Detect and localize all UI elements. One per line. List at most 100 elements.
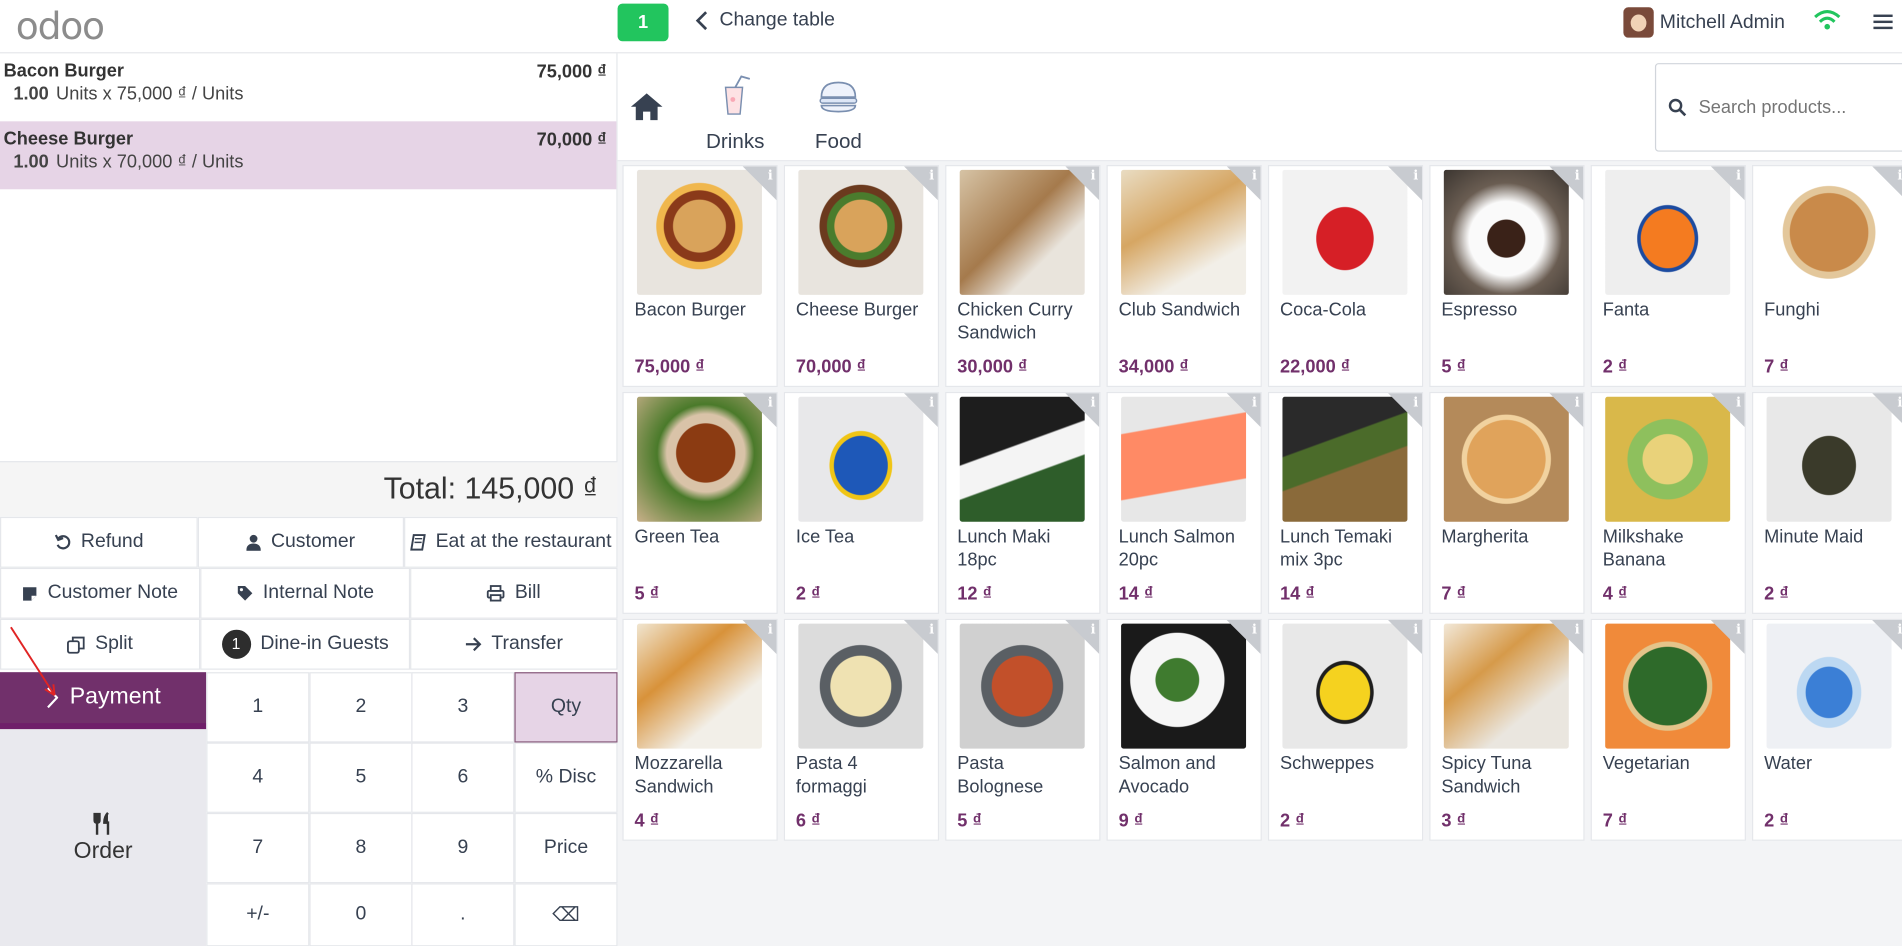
info-icon[interactable]: i: [768, 167, 773, 183]
info-icon[interactable]: i: [1091, 394, 1096, 410]
product-card[interactable]: i Schweppes 2 ₫: [1267, 618, 1424, 841]
info-icon[interactable]: i: [929, 621, 934, 637]
numpad-key-5[interactable]: 5: [309, 742, 413, 813]
product-card[interactable]: i Pasta Bolognese 5 ₫: [945, 618, 1101, 841]
info-icon[interactable]: i: [768, 621, 773, 637]
numpad-key-2[interactable]: 2: [309, 672, 413, 743]
numpad-key-3[interactable]: 3: [411, 672, 515, 743]
info-icon[interactable]: i: [1413, 167, 1418, 183]
category-drinks[interactable]: Drinks: [705, 75, 766, 154]
customer-note-button[interactable]: Customer Note: [0, 567, 201, 619]
search-input[interactable]: [1698, 97, 1893, 118]
info-icon[interactable]: i: [1897, 621, 1902, 637]
transfer-button[interactable]: Transfer: [410, 618, 618, 670]
user-menu[interactable]: Mitchell Admin: [1623, 7, 1785, 38]
info-icon[interactable]: i: [1252, 394, 1257, 410]
eat-in-button[interactable]: Eat at the restaurant: [404, 516, 618, 568]
guests-button[interactable]: 1 Dine-in Guests: [200, 618, 411, 670]
numpad-key-6[interactable]: 6: [411, 742, 515, 813]
product-card[interactable]: i Minute Maid 2 ₫: [1752, 391, 1902, 614]
product-card[interactable]: i Bacon Burger 75,000 ₫: [622, 165, 778, 388]
product-card[interactable]: i Vegetarian 7 ₫: [1590, 618, 1746, 841]
product-card[interactable]: i Mozzarella Sandwich 4 ₫: [622, 618, 778, 841]
bill-button[interactable]: Bill: [410, 567, 618, 619]
info-icon[interactable]: i: [929, 167, 934, 183]
numpad-decimal-button[interactable]: .: [411, 883, 515, 946]
change-table-button[interactable]: Change table: [695, 10, 835, 32]
info-icon[interactable]: i: [1413, 394, 1418, 410]
info-icon[interactable]: i: [1736, 167, 1741, 183]
order-line-qty-value: 1.00: [13, 151, 49, 173]
numpad-qty-button[interactable]: Qty: [514, 672, 618, 743]
product-card[interactable]: i Club Sandwich 34,000 ₫: [1106, 165, 1262, 388]
customer-button[interactable]: Customer: [197, 516, 405, 568]
info-icon[interactable]: i: [1575, 167, 1580, 183]
info-icon[interactable]: i: [1575, 394, 1580, 410]
refund-button[interactable]: Refund: [0, 516, 198, 568]
menu-icon[interactable]: [1873, 12, 1893, 31]
home-icon[interactable]: [630, 92, 664, 121]
numpad-key-1[interactable]: 1: [206, 672, 310, 743]
product-card[interactable]: i Pasta 4 formaggi 6 ₫: [783, 618, 940, 841]
product-card[interactable]: i Green Tea 5 ₫: [622, 391, 778, 614]
numpad-sign-button[interactable]: +/-: [206, 883, 310, 946]
info-icon[interactable]: i: [1091, 621, 1096, 637]
product-card[interactable]: i Fanta 2 ₫: [1590, 165, 1746, 388]
product-name: Bacon Burger: [634, 299, 746, 321]
info-icon[interactable]: i: [1413, 621, 1418, 637]
numpad-backspace-button[interactable]: ⌫: [514, 883, 618, 946]
product-card[interactable]: i Salmon and Avocado 9 ₫: [1106, 618, 1262, 841]
info-icon[interactable]: i: [1252, 621, 1257, 637]
info-icon[interactable]: i: [1897, 394, 1902, 410]
numpad-key-4[interactable]: 4: [206, 742, 310, 813]
product-card[interactable]: i Milkshake Banana 4 ₫: [1590, 391, 1746, 614]
numpad-key-8[interactable]: 8: [309, 812, 413, 884]
product-price: 2 ₫: [1764, 583, 1789, 605]
category-label: Drinks: [706, 129, 765, 153]
product-price: 7 ₫: [1602, 810, 1628, 832]
order-line-name: Cheese Burger: [3, 128, 134, 150]
product-name: Margherita: [1441, 526, 1529, 548]
product-card[interactable]: i Lunch Temaki mix 3pc 14 ₫: [1267, 391, 1424, 614]
info-icon[interactable]: i: [1091, 167, 1096, 183]
order-button[interactable]: Order: [0, 729, 207, 946]
product-card[interactable]: i Lunch Maki 18pc 12 ₫: [945, 391, 1101, 614]
info-icon[interactable]: i: [929, 394, 934, 410]
numpad-key-9[interactable]: 9: [411, 812, 515, 884]
order-lines: Bacon Burger 75,000 ₫ 1.00 Units x 75,000…: [0, 53, 618, 462]
product-name: Mozzarella Sandwich: [634, 753, 723, 798]
info-icon[interactable]: i: [768, 394, 773, 410]
product-card[interactable]: i Espresso 5 ₫: [1429, 165, 1585, 388]
product-card[interactable]: i Lunch Salmon 20pc 14 ₫: [1106, 391, 1262, 614]
numpad-price-button[interactable]: Price: [514, 812, 618, 884]
table-number-badge[interactable]: 1: [617, 3, 669, 42]
product-price: 75,000 ₫: [634, 356, 705, 378]
info-icon[interactable]: i: [1575, 621, 1580, 637]
order-line[interactable]: Bacon Burger 75,000 ₫ 1.00 Units x 75,000…: [0, 53, 616, 121]
product-card[interactable]: i Funghi 7 ₫: [1752, 165, 1902, 388]
product-card[interactable]: i Water 2 ₫: [1752, 618, 1902, 841]
info-icon[interactable]: i: [1736, 621, 1741, 637]
info-icon[interactable]: i: [1897, 167, 1902, 183]
note-icon: [23, 586, 37, 600]
product-card[interactable]: i Ice Tea 2 ₫: [783, 391, 940, 614]
category-food[interactable]: Food: [813, 75, 864, 154]
product-price: 4 ₫: [1602, 583, 1628, 605]
internal-note-button[interactable]: Internal Note: [200, 567, 411, 619]
order-line[interactable]: Cheese Burger 70,000 ₫ 1.00 Units x 70,00…: [0, 121, 617, 190]
product-name: Milkshake Banana: [1602, 526, 1684, 571]
product-card[interactable]: i Spicy Tuna Sandwich 3 ₫: [1429, 618, 1585, 841]
numpad-disc-button[interactable]: % Disc: [514, 742, 618, 813]
numpad-key-0[interactable]: 0: [309, 883, 413, 946]
guests-count-badge: 1: [221, 629, 251, 659]
product-card[interactable]: i Coca-Cola 22,000 ₫: [1267, 165, 1424, 388]
numpad-key-7[interactable]: 7: [206, 812, 310, 884]
search-box[interactable]: [1654, 63, 1902, 152]
info-icon[interactable]: i: [1252, 167, 1257, 183]
info-icon[interactable]: i: [1736, 394, 1741, 410]
product-card[interactable]: i Cheese Burger 70,000 ₫: [783, 165, 940, 388]
product-card[interactable]: i Margherita 7 ₫: [1429, 391, 1585, 614]
product-name: Ice Tea: [795, 526, 855, 548]
product-name: Lunch Maki 18pc: [957, 526, 1051, 571]
product-card[interactable]: i Chicken Curry Sandwich 30,000 ₫: [945, 165, 1101, 388]
